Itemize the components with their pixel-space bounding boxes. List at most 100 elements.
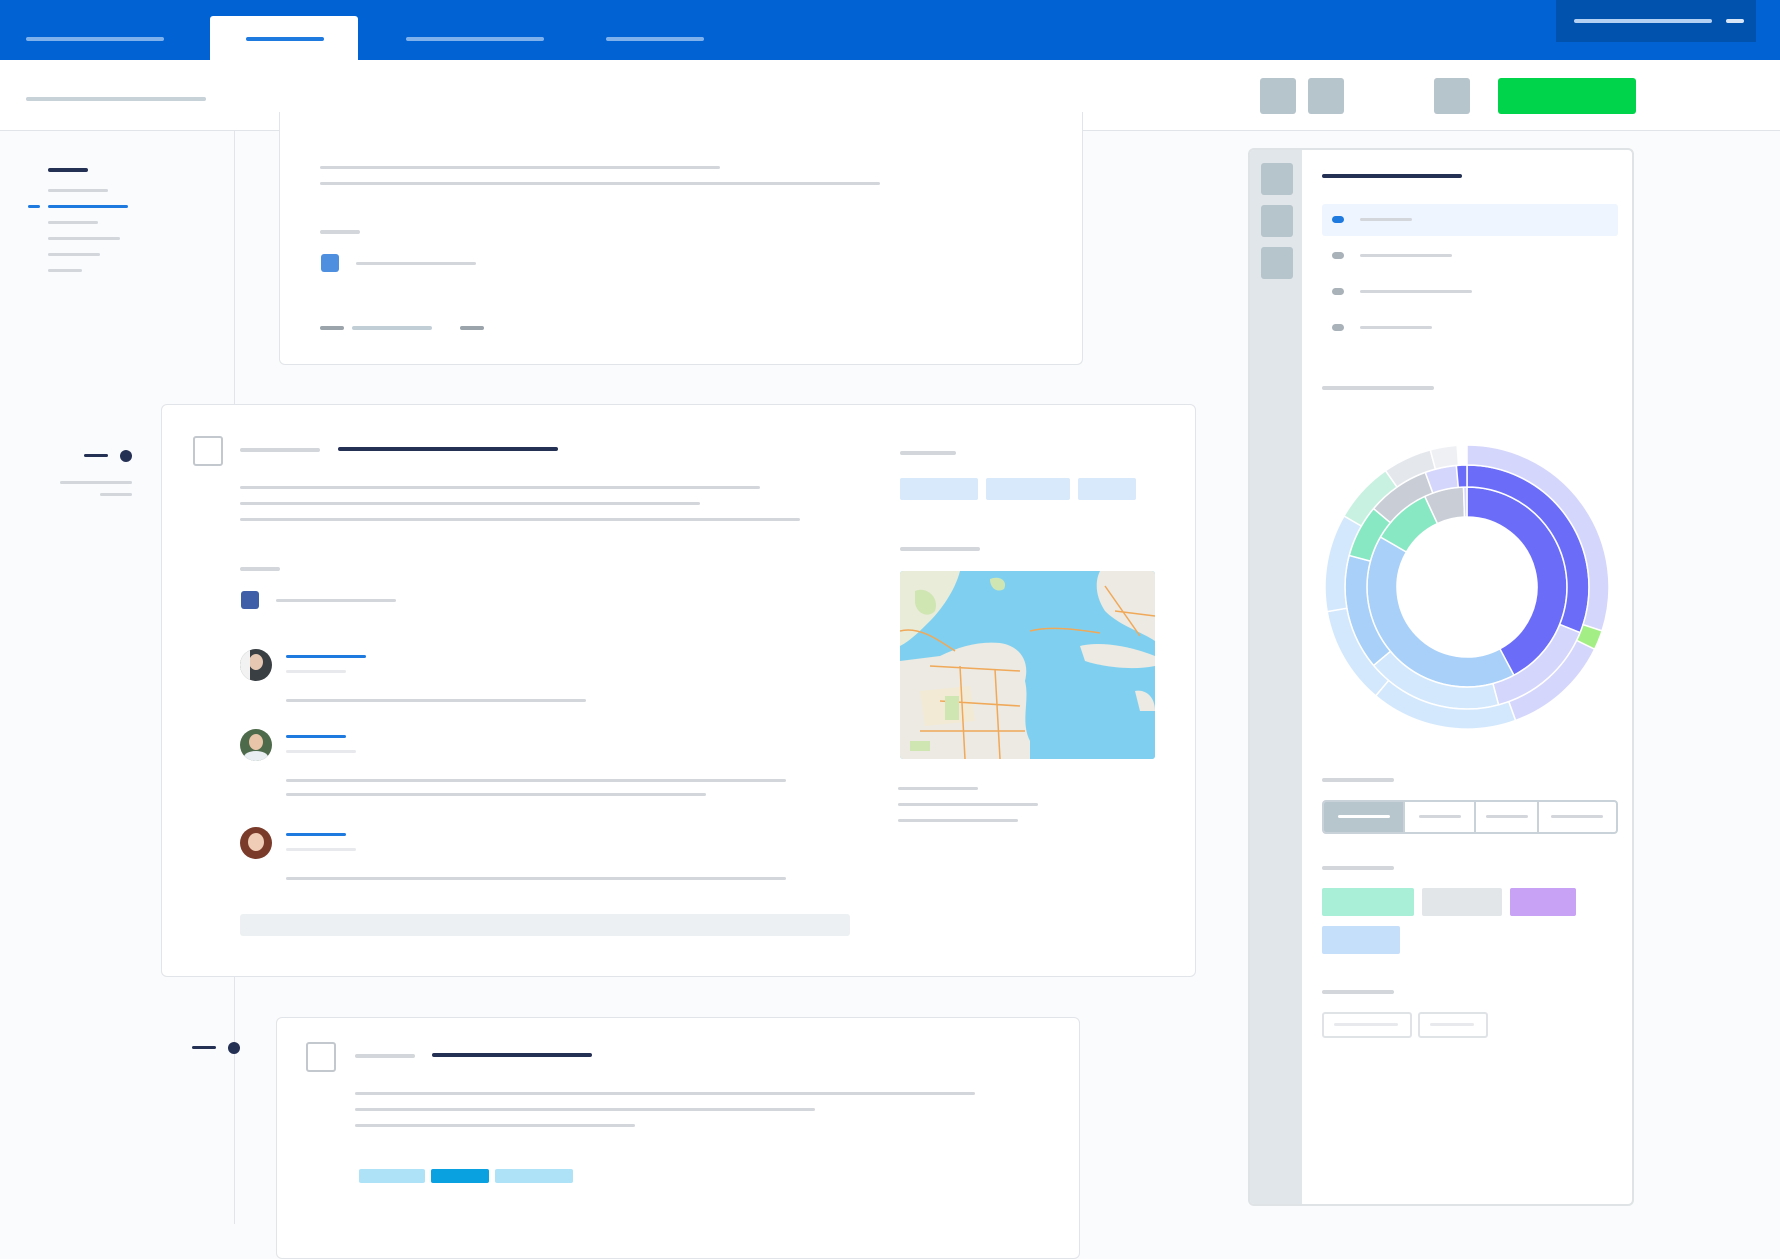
avatar-face <box>249 734 263 750</box>
sidebar-item-6[interactable] <box>48 269 82 272</box>
breadcrumb[interactable] <box>26 97 206 101</box>
tab-3[interactable] <box>406 37 544 41</box>
comment-text <box>286 699 586 702</box>
tab-1[interactable] <box>26 37 164 41</box>
meta-link[interactable] <box>352 326 432 330</box>
tab-2-active[interactable] <box>210 16 358 60</box>
sidebar-item-5[interactable] <box>48 253 100 256</box>
segment-label <box>1551 815 1604 818</box>
activity-card-main <box>161 404 1196 977</box>
description-line <box>355 1124 635 1127</box>
label-chip[interactable] <box>359 1169 425 1183</box>
activity-card-bottom <box>276 1017 1080 1259</box>
map-thumbnail[interactable] <box>900 571 1155 759</box>
avatar-3[interactable] <box>240 827 272 859</box>
sidebar-section-title <box>48 168 88 172</box>
sidebar-item-3[interactable] <box>48 221 98 224</box>
timeline-dash <box>84 454 108 457</box>
outline-button-1[interactable] <box>1322 1012 1412 1038</box>
comment-author[interactable] <box>286 735 346 738</box>
primary-action-button[interactable] <box>1498 78 1636 114</box>
details-panel <box>1248 148 1634 1206</box>
panel-list-item[interactable] <box>1360 290 1472 293</box>
toolbar-icon-2[interactable] <box>1308 78 1344 114</box>
toolbar-icon-1[interactable] <box>1260 78 1296 114</box>
card-checkbox[interactable] <box>193 436 223 466</box>
timeline-time <box>100 493 132 496</box>
description-line <box>240 518 800 521</box>
button-label <box>1430 1023 1474 1026</box>
menu-dash-icon[interactable] <box>1726 19 1744 23</box>
panel-list-item-active[interactable] <box>1322 204 1618 236</box>
comment-time <box>286 750 356 753</box>
segment-2[interactable] <box>1402 802 1474 832</box>
tag-chip[interactable] <box>1422 888 1502 916</box>
label-chip[interactable] <box>495 1169 573 1183</box>
panel-tool-1[interactable] <box>1261 163 1293 195</box>
top-nav-bar <box>0 0 1780 60</box>
account-label <box>1574 19 1712 23</box>
outline-button-2[interactable] <box>1418 1012 1488 1038</box>
actions-label <box>1322 990 1394 994</box>
labels-title <box>900 451 956 455</box>
panel-tool-2[interactable] <box>1261 205 1293 237</box>
description-line <box>355 1108 815 1111</box>
tab-2-label <box>246 37 324 41</box>
segment-3[interactable] <box>1473 802 1537 832</box>
label-chip[interactable] <box>1078 478 1136 500</box>
list-dot <box>1332 288 1344 295</box>
avatar-face <box>249 654 263 670</box>
segment-4[interactable] <box>1537 802 1616 832</box>
segment-label <box>1418 815 1461 818</box>
card-meta <box>355 1054 415 1058</box>
sunburst-chart <box>1324 444 1610 730</box>
segment-label <box>1338 815 1390 818</box>
comment-input[interactable] <box>240 914 850 936</box>
card-checkbox[interactable] <box>306 1042 336 1072</box>
label-chip[interactable] <box>431 1169 489 1183</box>
tag-label <box>356 262 476 265</box>
avatar-face <box>248 833 264 851</box>
label-chip[interactable] <box>900 478 978 500</box>
comment-author[interactable] <box>286 655 366 658</box>
tab-4[interactable] <box>606 37 704 41</box>
sidebar-item-4[interactable] <box>48 237 120 240</box>
field-label <box>240 567 280 571</box>
tag-swatch <box>241 591 259 609</box>
list-label <box>1360 218 1412 221</box>
avatar-1[interactable] <box>240 649 272 681</box>
tag-chip[interactable] <box>1322 888 1414 916</box>
list-dot <box>1332 252 1344 259</box>
card-title[interactable] <box>432 1053 592 1057</box>
list-dot <box>1332 216 1344 223</box>
card-title[interactable] <box>338 447 558 451</box>
panel-tool-3[interactable] <box>1261 247 1293 279</box>
avatar-2[interactable] <box>240 729 272 761</box>
tag-swatch <box>321 254 339 272</box>
panel-list-item[interactable] <box>1360 326 1432 329</box>
list-dot <box>1332 324 1344 331</box>
account-menu[interactable] <box>1556 0 1756 42</box>
meta-text <box>460 326 484 330</box>
comment-text <box>286 793 706 796</box>
chart-title <box>1322 386 1434 390</box>
timeline-dot <box>228 1042 240 1054</box>
location-caption <box>898 787 978 790</box>
comment-author[interactable] <box>286 833 346 836</box>
toolbar-icon-3[interactable] <box>1434 78 1470 114</box>
description-line <box>320 182 880 185</box>
location-title <box>900 547 980 551</box>
panel-list-item[interactable] <box>1360 254 1452 257</box>
sunburst-segment <box>1455 464 1468 489</box>
tag-chip[interactable] <box>1510 888 1576 916</box>
comment-time <box>286 670 346 673</box>
sidebar-item-1[interactable] <box>48 189 108 192</box>
sidebar-item-2-active[interactable] <box>48 205 128 208</box>
comment-text <box>286 877 786 880</box>
map-graphic <box>900 571 1155 759</box>
segment-1-selected[interactable] <box>1324 802 1403 832</box>
sidebar-active-marker <box>28 205 40 208</box>
card-meta <box>240 448 320 452</box>
label-chip[interactable] <box>986 478 1070 500</box>
tag-chip[interactable] <box>1322 926 1400 954</box>
